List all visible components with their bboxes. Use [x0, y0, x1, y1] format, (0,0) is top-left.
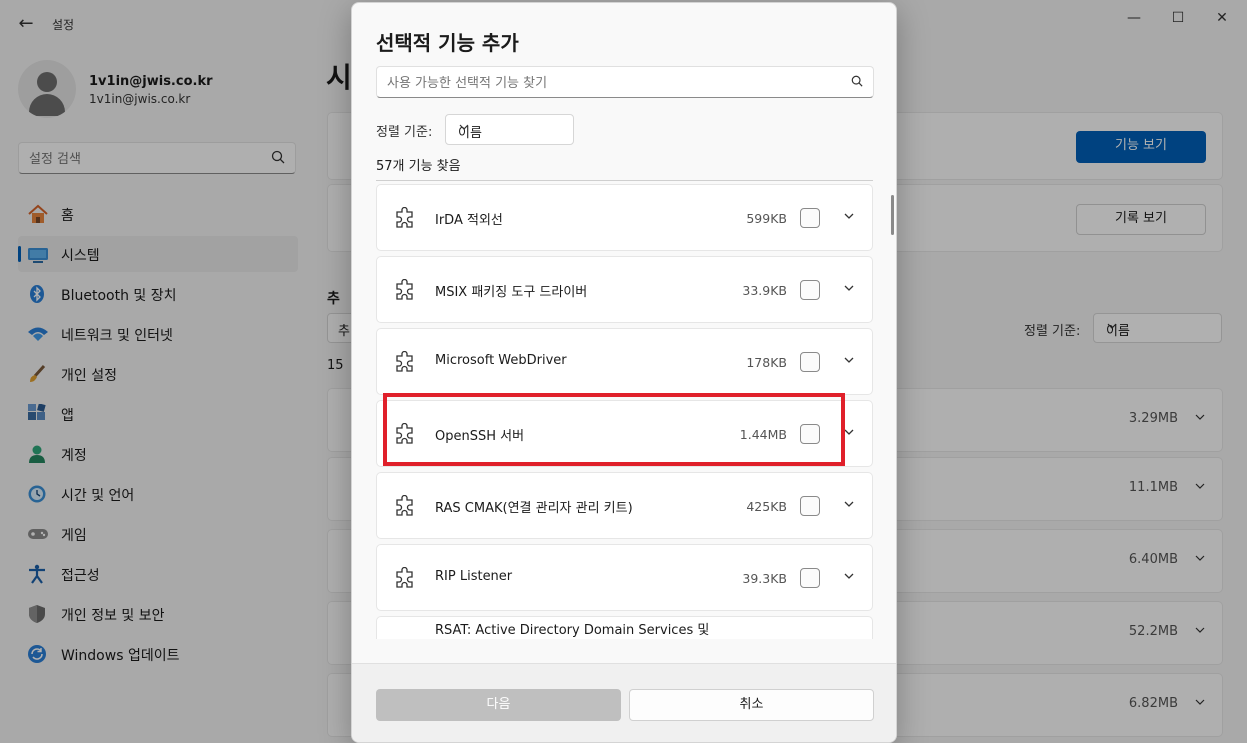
- feature-size: 39.3KB: [742, 571, 787, 586]
- next-button[interactable]: 다음: [376, 689, 621, 721]
- feature-checkbox[interactable]: [800, 352, 820, 372]
- feature-row[interactable]: RSAT: Active Directory Domain Services 및: [376, 616, 873, 639]
- chevron-down-icon: [458, 121, 561, 137]
- feature-name: RIP Listener: [435, 569, 513, 584]
- cancel-button[interactable]: 취소: [629, 689, 874, 721]
- search-icon: [851, 75, 863, 91]
- feature-checkbox[interactable]: [800, 496, 820, 516]
- feature-size: 425KB: [746, 499, 787, 514]
- add-optional-feature-dialog: 선택적 기능 추가 정렬 기준: 이름 57개 기능 찾음 IrDA 적외선 5…: [351, 2, 897, 743]
- feature-name: IrDA 적외선: [435, 213, 503, 228]
- puzzle-icon: [393, 494, 417, 519]
- puzzle-icon: [393, 206, 417, 231]
- sort-select[interactable]: 이름: [445, 114, 574, 145]
- feature-row[interactable]: IrDA 적외선 599KB: [376, 184, 873, 251]
- feature-size: 599KB: [746, 211, 787, 226]
- feature-count: 57개 기능 찾음: [376, 159, 461, 174]
- puzzle-icon: [393, 566, 417, 591]
- feature-checkbox[interactable]: [800, 280, 820, 300]
- sort-label: 정렬 기준:: [376, 125, 433, 140]
- feature-search-box[interactable]: [376, 66, 874, 98]
- feature-checkbox[interactable]: [800, 568, 820, 588]
- feature-row[interactable]: Microsoft WebDriver 178KB: [376, 328, 873, 395]
- chevron-down-icon[interactable]: [843, 354, 855, 370]
- feature-size: 178KB: [746, 355, 787, 370]
- feature-name: Microsoft WebDriver: [435, 353, 567, 368]
- puzzle-icon: [393, 278, 417, 303]
- feature-name: MSIX 패키징 도구 드라이버: [435, 285, 588, 300]
- puzzle-icon: [393, 350, 417, 375]
- feature-row[interactable]: MSIX 패키징 도구 드라이버 33.9KB: [376, 256, 873, 323]
- feature-row[interactable]: RIP Listener 39.3KB: [376, 544, 873, 611]
- feature-search-input[interactable]: [387, 73, 837, 93]
- chevron-down-icon[interactable]: [843, 210, 855, 226]
- annotation-highlight-box: [383, 393, 845, 466]
- feature-name: RAS CMAK(연결 관리자 관리 키트): [435, 501, 633, 516]
- feature-size: 33.9KB: [742, 283, 787, 298]
- feature-row[interactable]: RAS CMAK(연결 관리자 관리 키트) 425KB: [376, 472, 873, 539]
- feature-checkbox[interactable]: [800, 208, 820, 228]
- chevron-down-icon[interactable]: [843, 570, 855, 586]
- chevron-down-icon[interactable]: [843, 282, 855, 298]
- feature-name: RSAT: Active Directory Domain Services 및: [435, 623, 710, 638]
- chevron-down-icon[interactable]: [843, 498, 855, 514]
- feature-list-scrollbar[interactable]: [891, 195, 894, 235]
- dialog-footer: 다음 취소: [352, 663, 896, 742]
- dialog-title: 선택적 기능 추가: [376, 31, 519, 55]
